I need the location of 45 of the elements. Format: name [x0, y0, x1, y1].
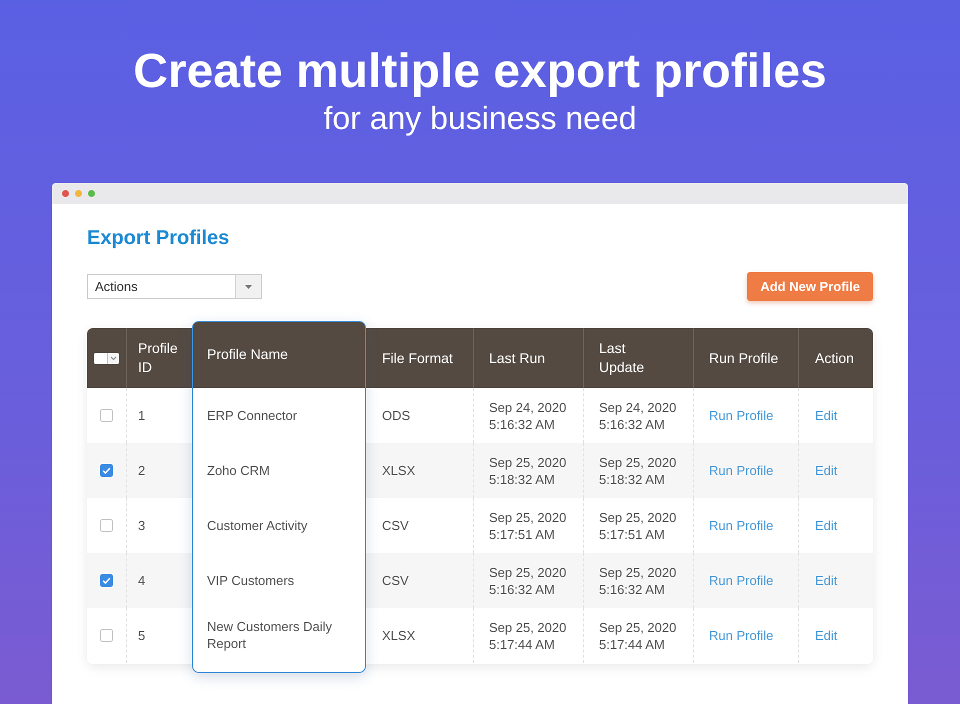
table-cell: Sep 25, 2020 5:16:32 AM: [474, 553, 584, 608]
window-maximize-icon[interactable]: [88, 190, 95, 197]
table-link[interactable]: Edit: [815, 462, 838, 479]
add-new-profile-button[interactable]: Add New Profile: [747, 272, 873, 301]
table-cell: Customer Activity: [193, 498, 365, 552]
table-cell: Sep 25, 2020 5:18:32 AM: [474, 443, 584, 498]
table-cell: Sep 25, 2020 5:16:32 AM: [584, 553, 694, 608]
table-link[interactable]: Run Profile: [709, 407, 774, 424]
table-link[interactable]: Edit: [815, 627, 838, 644]
table-cell: 2: [127, 443, 192, 498]
table-link[interactable]: Run Profile: [709, 517, 774, 534]
table-cell: CSV: [366, 553, 474, 608]
table-link[interactable]: Run Profile: [709, 462, 774, 479]
checkbox[interactable]: [100, 574, 113, 587]
actions-dropdown[interactable]: Actions: [87, 274, 262, 299]
table-link[interactable]: Edit: [815, 572, 838, 589]
table-cell: XLSX: [366, 443, 474, 498]
table-link[interactable]: Run Profile: [709, 572, 774, 589]
table-header-cell: Profile ID: [127, 328, 192, 388]
table-cell: ERP Connector: [193, 388, 365, 442]
table-header-cell: Run Profile: [694, 328, 799, 388]
checkbox[interactable]: [100, 629, 113, 642]
caret-icon: [245, 284, 252, 288]
headline: Create multiple export profiles: [133, 44, 827, 100]
table-link[interactable]: Edit: [815, 407, 838, 424]
table-header-cell: Action: [799, 328, 873, 388]
caret-icon: [107, 352, 119, 364]
table-link[interactable]: Run Profile: [709, 627, 774, 644]
table-cell: VIP Customers: [193, 552, 365, 608]
table-header-cell: Profile Name: [193, 322, 365, 388]
table-header-cell: Last Run: [474, 328, 584, 388]
checkbox[interactable]: [100, 409, 113, 422]
table-link[interactable]: Edit: [815, 517, 838, 534]
checkbox[interactable]: [100, 519, 113, 532]
table-cell: New Customers Daily Report: [193, 608, 365, 662]
table-cell: Zoho CRM: [193, 442, 365, 498]
select-all-dropdown[interactable]: [94, 352, 119, 364]
window-close-icon[interactable]: [62, 190, 69, 197]
table-cell: Sep 25, 2020 5:18:32 AM: [584, 443, 694, 498]
table-header-cell: File Format: [366, 328, 474, 388]
table-cell: 4: [127, 553, 192, 608]
page-title: Export Profiles: [87, 226, 230, 251]
checkbox[interactable]: [100, 464, 113, 477]
table-header-cell: Last Update: [584, 328, 694, 388]
subheadline: for any business need: [323, 100, 637, 136]
